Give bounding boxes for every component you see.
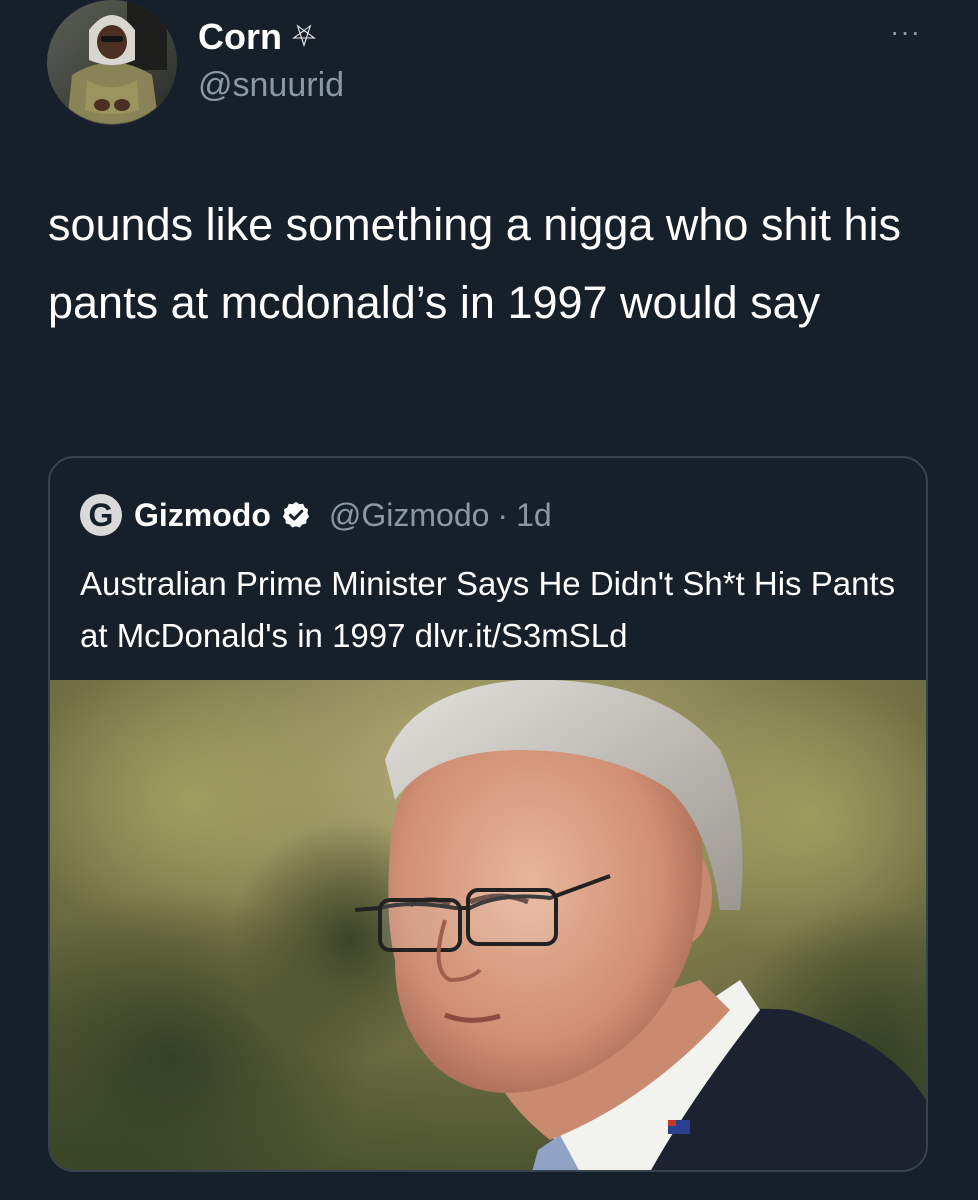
tweet-text: sounds like something a nigga who shit h… <box>48 199 902 328</box>
header-separator: · <box>497 496 509 533</box>
quoted-tweet-text: Australian Prime Minister Says He Didn't… <box>80 565 896 654</box>
quoted-tweet-photo[interactable] <box>50 680 926 1170</box>
quoted-author-name[interactable]: Gizmodo <box>134 497 271 534</box>
gizmodo-logo-icon: G <box>80 494 122 536</box>
avatar[interactable] <box>47 0 177 125</box>
more-dots-icon[interactable]: ··· <box>890 16 921 48</box>
quoted-author-handle[interactable]: @Gizmodo <box>329 497 490 534</box>
avatar-image <box>47 0 177 124</box>
verified-badge-icon <box>281 500 311 530</box>
name-emoji: ⛧ <box>292 20 316 53</box>
prime-minister-photo <box>50 680 926 1170</box>
quoted-tweet-card[interactable]: G Gizmodo @Gizmodo · 1d Australian Prime… <box>48 456 928 1172</box>
user-handle[interactable]: @snuurid <box>198 66 344 105</box>
user-display-name-row[interactable]: Corn ⛧ <box>198 16 316 58</box>
user-display-name[interactable]: Corn <box>198 16 282 58</box>
quoted-tweet-header: G Gizmodo @Gizmodo · 1d <box>80 494 552 536</box>
quoted-timestamp[interactable]: 1d <box>516 497 552 534</box>
